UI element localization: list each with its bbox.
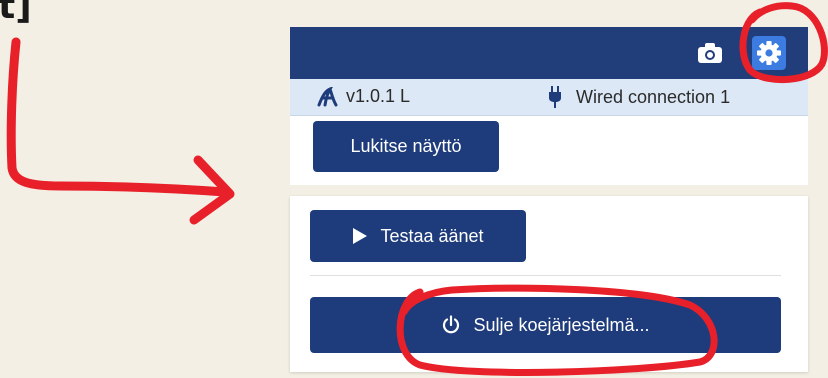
test-sounds-button[interactable]: Testaa äänet	[310, 210, 526, 262]
connection-label: Wired connection 1	[576, 86, 731, 107]
lock-screen-label: Lukitse näyttö	[350, 136, 462, 156]
annotation-arrowhead	[189, 155, 235, 225]
menu-divider	[310, 275, 781, 276]
test-sounds-label: Testaa äänet	[380, 225, 484, 246]
ethernet-plug-icon	[549, 86, 561, 108]
screenshot-canvas: t] v1.0.1 L Wired connection 1 Lukitse n…	[0, 0, 828, 378]
camera-icon	[698, 43, 722, 63]
version-info: v1.0.1 L	[316, 86, 410, 107]
lock-screen-button[interactable]: Lukitse näyttö	[313, 121, 499, 172]
top-toolbar	[290, 27, 808, 79]
settings-menu-panel: Testaa äänet Sulje koejärjestelmä...	[290, 196, 808, 372]
shutdown-exam-system-button[interactable]: Sulje koejärjestelmä...	[310, 297, 781, 353]
gear-icon	[757, 41, 781, 65]
app-logo-icon	[317, 86, 338, 106]
version-label: v1.0.1 L	[346, 86, 411, 106]
cropped-corner-text: t]	[0, 0, 32, 27]
camera-button[interactable]	[693, 36, 727, 70]
top-panel: v1.0.1 L Wired connection 1 Lukitse näyt…	[290, 27, 808, 185]
settings-button[interactable]	[752, 36, 786, 70]
annotation-arrow	[6, 37, 230, 197]
shutdown-label: Sulje koejärjestelmä...	[473, 314, 650, 335]
power-icon	[443, 315, 460, 334]
status-info-bar: v1.0.1 L Wired connection 1	[290, 79, 808, 116]
play-icon	[353, 228, 368, 244]
connection-info: Wired connection 1	[548, 86, 730, 108]
